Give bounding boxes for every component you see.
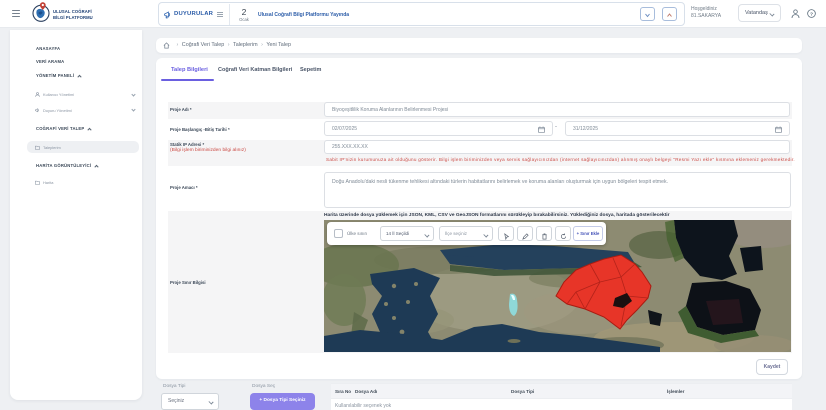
svg-text:?: ? (810, 11, 813, 17)
